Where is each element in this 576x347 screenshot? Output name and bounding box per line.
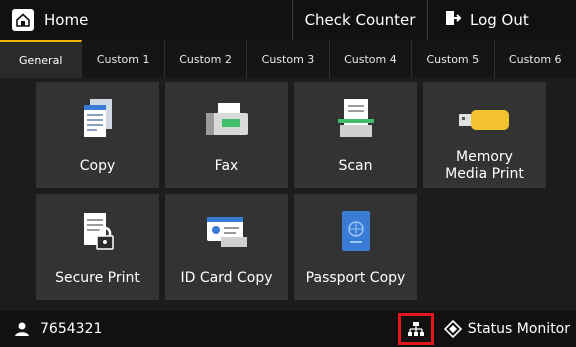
tile-label: ID Card Copy [180, 269, 273, 286]
tab-custom-3[interactable]: Custom 3 [247, 40, 330, 78]
user-id: 7654321 [40, 321, 103, 337]
id-card-copy-button[interactable]: ID Card Copy [165, 194, 288, 300]
copy-button[interactable]: Copy [36, 82, 159, 188]
home-icon [12, 9, 34, 31]
user-icon [15, 322, 29, 336]
tab-label: Custom 6 [508, 52, 562, 66]
scan-icon [337, 99, 374, 137]
id-card-icon [206, 217, 247, 247]
tile-label: Scan [338, 157, 373, 174]
secure-print-icon [83, 213, 114, 250]
tab-label: General [19, 53, 63, 67]
tile-label: Copy [79, 157, 116, 174]
network-icon [407, 322, 424, 336]
tab-custom-5[interactable]: Custom 5 [412, 40, 495, 78]
home-label: Home [44, 11, 89, 29]
tile-label: Secure Print [55, 269, 140, 286]
tile-label: Passport Copy [305, 269, 406, 286]
tab-general[interactable]: General [0, 40, 83, 78]
tab-label: Custom 3 [261, 52, 315, 66]
tab-custom-2[interactable]: Custom 2 [165, 40, 248, 78]
tab-custom-1[interactable]: Custom 1 [82, 40, 165, 78]
tab-label: Custom 4 [344, 52, 397, 66]
tab-label: Custom 2 [179, 52, 232, 66]
tab-label: Custom 1 [96, 52, 150, 66]
user-info[interactable]: 7654321 [0, 321, 398, 337]
status-bar: 7654321 Status Monitor [0, 311, 576, 347]
fax-icon [205, 103, 248, 135]
check-counter-label: Check Counter [304, 11, 416, 29]
status-monitor-icon [443, 320, 462, 338]
logout-button[interactable]: Log Out [428, 0, 576, 40]
status-monitor-label: Status Monitor [467, 321, 570, 337]
top-bar: Home Check Counter Log Out [0, 0, 576, 40]
network-status-button[interactable] [397, 313, 434, 345]
tab-label: Custom 5 [426, 52, 480, 66]
usb-memory-icon [458, 110, 509, 130]
tab-custom-4[interactable]: Custom 4 [330, 40, 413, 78]
secure-print-button[interactable]: Secure Print [36, 194, 159, 300]
tile-label: Fax [214, 157, 239, 174]
tab-custom-6[interactable]: Custom 6 [495, 40, 576, 78]
fax-button[interactable]: Fax [165, 82, 288, 188]
home-button[interactable]: Home [0, 0, 292, 40]
function-grid: Copy Fax Scan Memory Media Print Secure … [36, 82, 546, 300]
passport-copy-button[interactable]: Passport Copy [294, 194, 417, 300]
scan-button[interactable]: Scan [294, 82, 417, 188]
status-monitor-button[interactable]: Status Monitor [443, 320, 576, 338]
logout-icon [444, 9, 462, 31]
logout-label: Log Out [470, 11, 529, 29]
tile-label: Memory Media Print [445, 149, 524, 182]
passport-icon [341, 211, 370, 251]
memory-media-print-button[interactable]: Memory Media Print [423, 82, 546, 188]
check-counter-button[interactable]: Check Counter [293, 0, 427, 40]
copy-icon [83, 99, 112, 137]
tab-bar: General Custom 1 Custom 2 Custom 3 Custo… [0, 40, 576, 78]
